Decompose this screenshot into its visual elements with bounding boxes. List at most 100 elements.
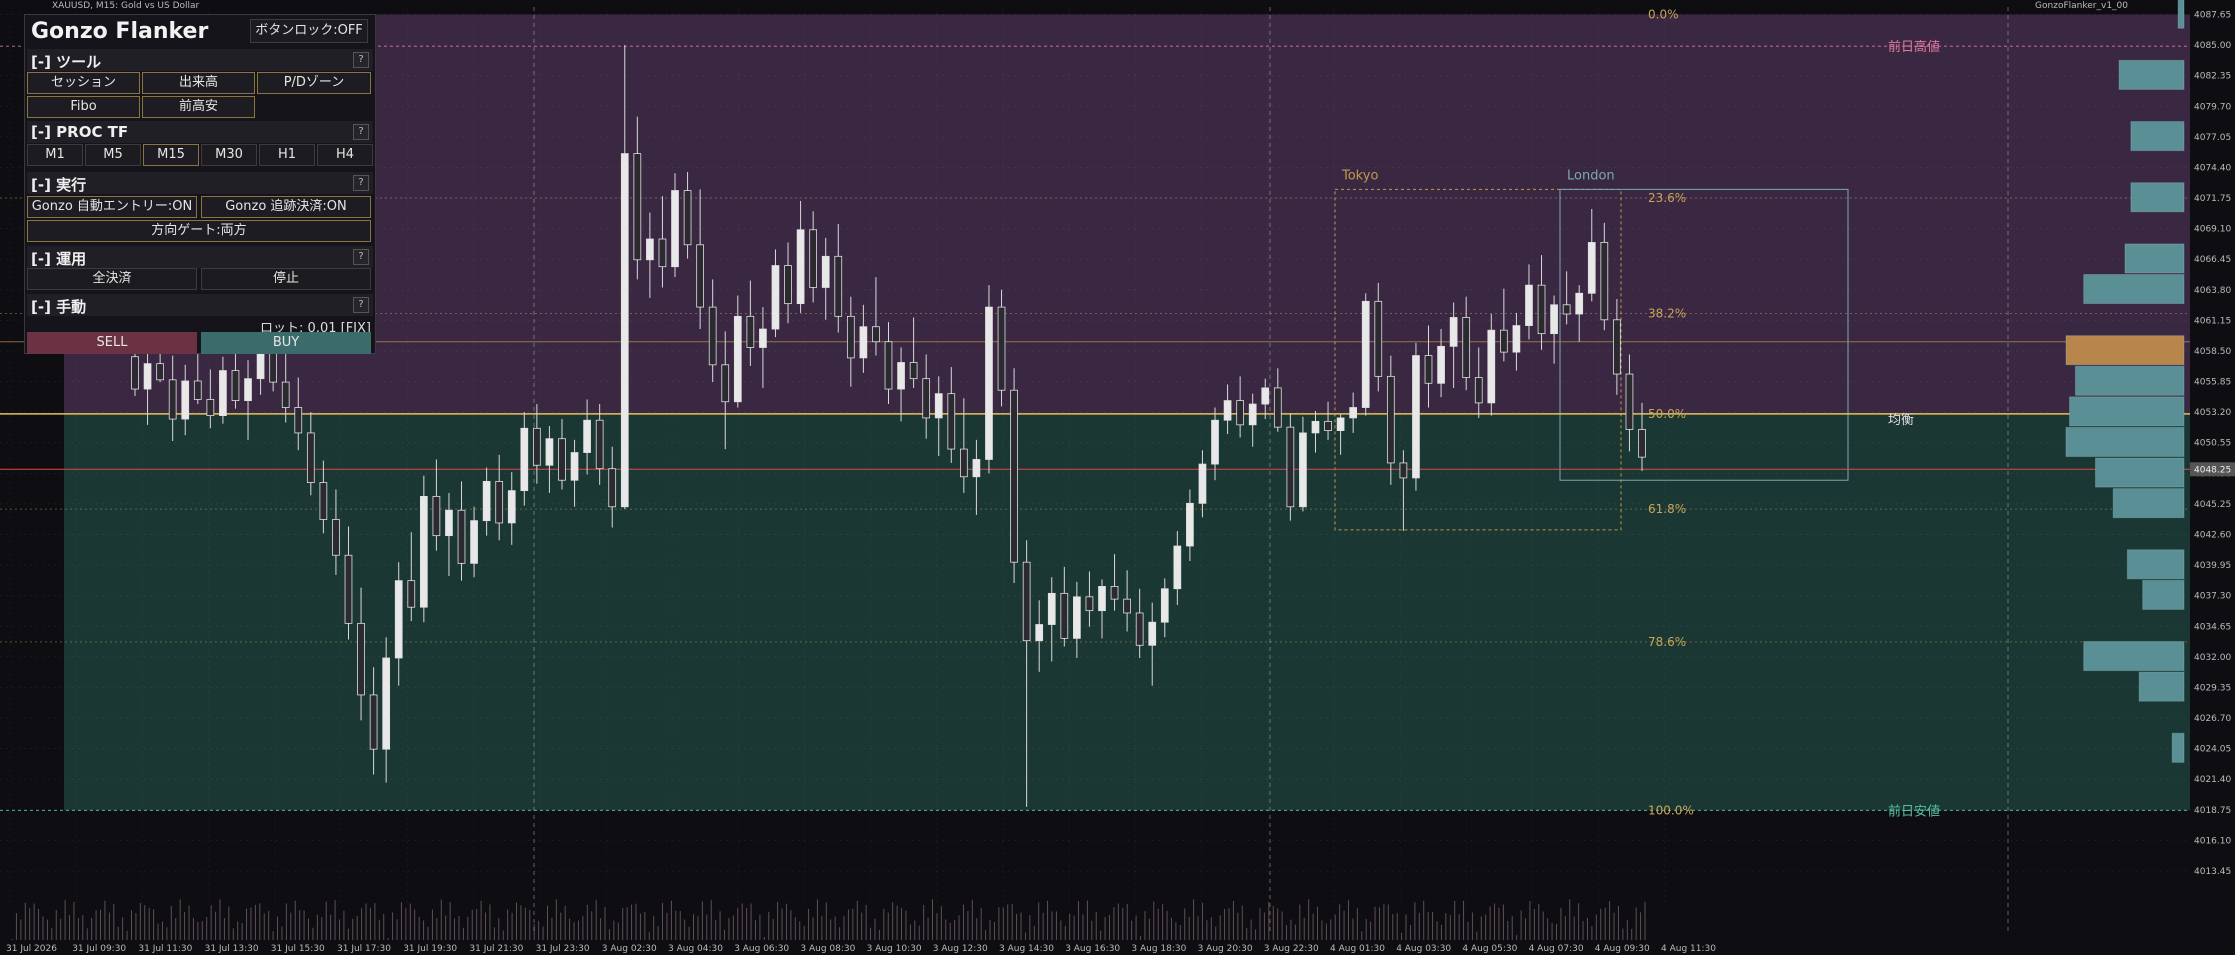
tf-m15-button[interactable]: M15	[143, 144, 199, 166]
candle-body	[1311, 420, 1320, 434]
candle-body	[872, 326, 880, 343]
candle-body	[1361, 300, 1370, 408]
price-tick: 4053.20	[2194, 408, 2231, 418]
candle-body	[193, 380, 202, 400]
help-icon[interactable]: ?	[353, 124, 369, 140]
candle-body	[520, 427, 529, 492]
tool-pdzone-button[interactable]: P/Dゾーン	[257, 72, 371, 94]
candle-body	[394, 580, 403, 659]
candle-body	[558, 438, 566, 481]
tf-h4-button[interactable]: H4	[317, 144, 373, 166]
fib-label: 23.6%	[1648, 191, 1686, 205]
tf-h1-button[interactable]: H1	[259, 144, 315, 166]
direction-gate-button[interactable]: 方向ゲート:両方	[27, 220, 371, 242]
time-tick: 4 Aug 01:30	[1330, 944, 1385, 954]
stop-button[interactable]: 停止	[201, 268, 371, 290]
tf-m1-button[interactable]: M1	[27, 144, 83, 166]
buy-button[interactable]: BUY	[201, 332, 371, 354]
section-exec-header[interactable]: [-] 実行	[31, 174, 86, 195]
price-tick: 4069.10	[2194, 225, 2231, 235]
tf-m30-button[interactable]: M30	[201, 144, 257, 166]
price-tick: 4045.25	[2194, 500, 2231, 510]
close-all-button[interactable]: 全決済	[27, 268, 197, 290]
fib-label: 50.0%	[1648, 407, 1686, 421]
tokyo-label: Tokyo	[1341, 168, 1378, 183]
trail-exit-toggle[interactable]: Gonzo 追跡決済:ON	[201, 196, 371, 218]
price-tick: 4016.10	[2194, 836, 2231, 846]
symbol-title: XAUUSD, M15: Gold vs US Dollar	[52, 1, 200, 11]
section-ops-header[interactable]: [-] 運用	[31, 248, 86, 269]
time-tick: 4 Aug 03:30	[1396, 944, 1451, 954]
sell-button[interactable]: SELL	[27, 332, 197, 354]
candle-body	[1010, 389, 1018, 563]
candle-body	[1073, 596, 1081, 639]
time-tick: 3 Aug 12:30	[933, 944, 988, 954]
button-lock-toggle[interactable]: ボタンロック:OFF	[250, 19, 368, 43]
time-tick: 4 Aug 05:30	[1462, 944, 1517, 954]
time-tick: 31 Jul 17:30	[337, 944, 391, 954]
profile-bin	[2124, 243, 2185, 274]
tool-session-button[interactable]: セッション	[27, 72, 140, 94]
price-tick: 4061.15	[2194, 316, 2231, 326]
fib-label: 78.6%	[1648, 635, 1686, 649]
candle-body	[1123, 598, 1131, 614]
candle-body	[884, 341, 893, 390]
tool-prev-hl-button[interactable]: 前高安	[142, 96, 255, 118]
profile-bin	[2126, 549, 2185, 580]
tf-m5-button[interactable]: M5	[85, 144, 141, 166]
section-manual-header[interactable]: [-] 手動	[31, 296, 86, 317]
tool-fibo-button[interactable]: Fibo	[27, 96, 140, 118]
price-tick: 4032.00	[2194, 653, 2231, 663]
price-tick: 4071.75	[2194, 194, 2231, 204]
candle-body	[671, 190, 679, 268]
time-tick: 3 Aug 22:30	[1264, 944, 1319, 954]
candle-body	[1223, 400, 1232, 421]
candle-body	[570, 452, 579, 481]
time-tick: 3 Aug 06:30	[734, 944, 789, 954]
section-tools-header[interactable]: [-] ツール	[31, 51, 101, 72]
profile-bin	[2130, 121, 2185, 152]
help-icon[interactable]: ?	[353, 249, 369, 265]
candle-body	[344, 554, 353, 624]
candle-body	[1412, 355, 1420, 479]
candle-body	[1299, 432, 1307, 508]
equilibrium-label: 均衡	[1888, 413, 1914, 428]
time-tick: 31 Jul 21:30	[469, 944, 523, 954]
candle-body	[859, 326, 868, 359]
section-tf-header[interactable]: [-] PROC TF	[31, 123, 128, 141]
price-tick: 4013.45	[2194, 867, 2231, 877]
time-tick: 3 Aug 20:30	[1198, 944, 1253, 954]
candle-body	[319, 482, 328, 520]
price-tick: 4055.85	[2194, 378, 2231, 388]
help-icon[interactable]: ?	[353, 297, 369, 313]
help-icon[interactable]: ?	[353, 175, 369, 191]
candle-body	[1525, 284, 1533, 326]
candle-body	[1437, 345, 1445, 384]
candle-body	[1625, 373, 1634, 430]
profile-bin	[2065, 335, 2185, 366]
profile-bin	[2118, 59, 2185, 90]
help-icon[interactable]: ?	[353, 52, 369, 68]
profile-bin	[2177, 0, 2185, 29]
candle-body	[708, 306, 717, 366]
profile-bin	[2069, 396, 2185, 427]
premium-zone	[64, 14, 2190, 414]
candle-body	[445, 509, 453, 537]
candle-body	[947, 393, 956, 450]
candle-body	[1613, 319, 1621, 375]
candle-body	[432, 495, 441, 537]
price-tick: 4024.05	[2194, 745, 2231, 755]
candle-body	[1085, 596, 1094, 612]
auto-entry-toggle[interactable]: Gonzo 自動エントリー:ON	[27, 196, 197, 218]
price-tick: 4082.35	[2194, 72, 2231, 82]
candle-body	[382, 657, 391, 750]
tool-volume-button[interactable]: 出来高	[142, 72, 255, 94]
candle-body	[1638, 429, 1646, 458]
candle-body	[545, 438, 554, 466]
candle-body	[897, 362, 905, 390]
candle-body	[934, 393, 943, 419]
candle-body	[1512, 325, 1521, 353]
profile-bin	[2065, 426, 2185, 457]
candle-body	[419, 495, 428, 608]
candle-body	[1173, 545, 1182, 590]
